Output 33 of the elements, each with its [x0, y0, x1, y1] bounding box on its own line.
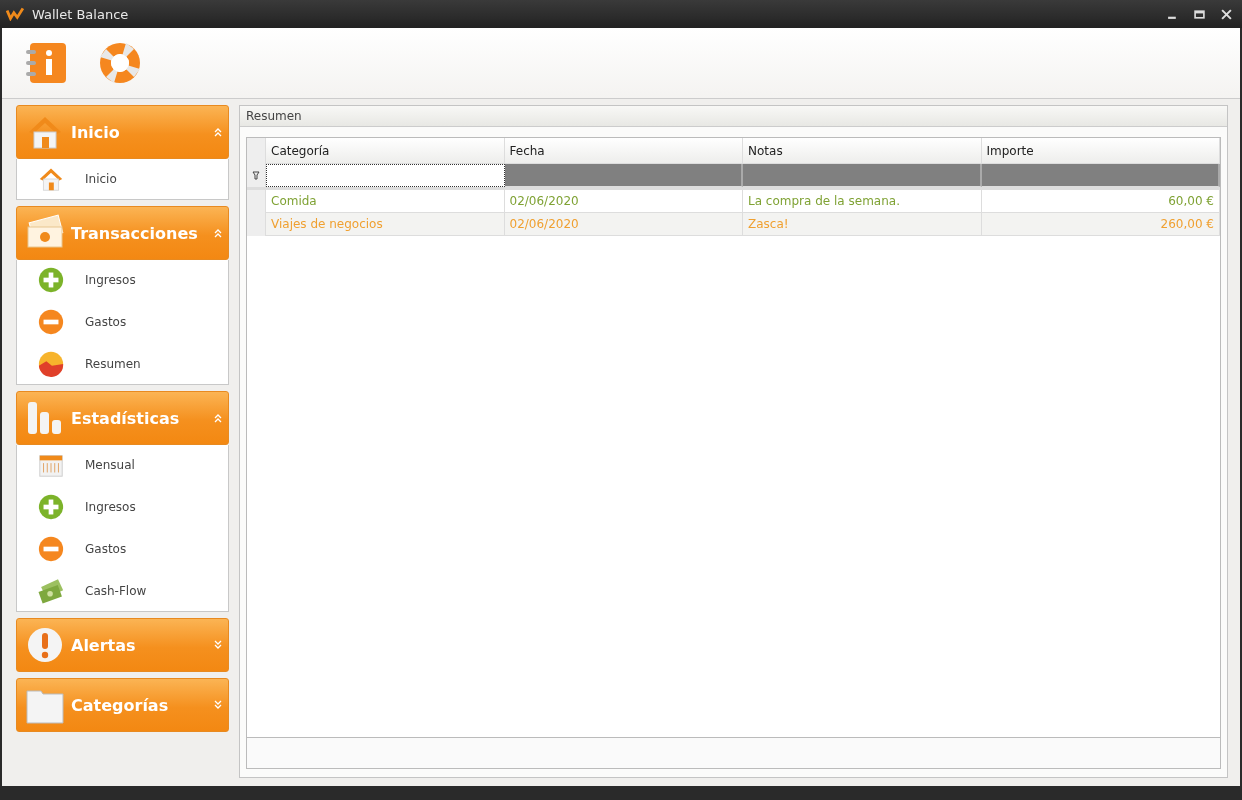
collapse-chevron-icon: [214, 127, 222, 137]
close-icon[interactable]: [1221, 8, 1232, 20]
collapse-chevron-icon: [214, 413, 222, 423]
row-header-cell[interactable]: [247, 213, 266, 236]
pie-chart-icon: [37, 350, 65, 378]
sidebar-item[interactable]: Resumen: [85, 357, 141, 371]
sidebar-item[interactable]: Inicio: [85, 172, 117, 186]
plus-icon: [37, 266, 65, 294]
sidebar-item[interactable]: Cash-Flow: [85, 584, 147, 598]
row-header-cell[interactable]: [247, 190, 266, 213]
filter-field[interactable]: [266, 164, 505, 187]
minus-icon: [37, 535, 65, 563]
filter-icon: [252, 170, 260, 181]
sidebar-item[interactable]: Mensual: [85, 458, 135, 472]
banknotes-icon: [37, 577, 65, 605]
expand-chevron-icon: [214, 640, 222, 650]
panel-title: Resumen: [246, 109, 302, 123]
table-cell: 02/06/2020: [504, 213, 743, 236]
table-cell: 260,00 €: [981, 213, 1220, 236]
collapse-chevron-icon: [214, 228, 222, 238]
alert-badge-icon: [25, 625, 65, 665]
sidebar-item[interactable]: Gastos: [85, 315, 127, 329]
table-cell: Viajes de negocios: [266, 213, 505, 236]
plus-icon: [37, 493, 65, 521]
table-cell: Zasca!: [743, 213, 982, 236]
sidebar-item[interactable]: Ingresos: [85, 273, 136, 287]
sidebar-item[interactable]: Gastos: [85, 542, 127, 556]
maximize-icon[interactable]: [1194, 8, 1205, 20]
minus-icon: [37, 308, 65, 336]
window-title: Wallet Balance: [32, 6, 129, 22]
sidebar-item[interactable]: Ingresos: [85, 500, 136, 514]
app-logo-icon: [6, 7, 24, 21]
expand-chevron-icon: [214, 700, 222, 710]
